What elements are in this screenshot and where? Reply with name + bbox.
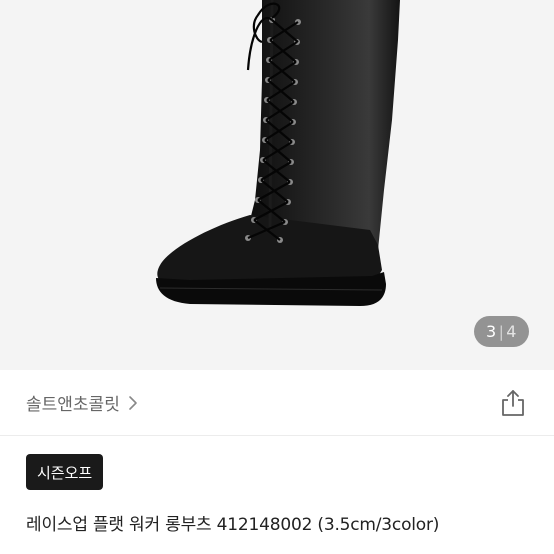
- page-separator: |: [498, 322, 505, 341]
- total-page-number: 4: [506, 322, 517, 341]
- product-image: [156, 0, 400, 306]
- product-image-gallery[interactable]: 3 | 4: [0, 0, 554, 370]
- store-name: 솔트앤초콜릿: [26, 395, 120, 415]
- share-icon[interactable]: [500, 389, 526, 417]
- season-off-badge: 시즌오프: [26, 454, 104, 490]
- product-title: 레이스업 플랫 워커 롱부츠 412148002 (3.5cm/3color): [26, 515, 440, 535]
- store-row: 솔트앤초콜릿: [0, 370, 554, 436]
- store-link[interactable]: 솔트앤초콜릿: [26, 390, 138, 415]
- chevron-right-icon: [129, 395, 137, 410]
- image-page-indicator: 3 | 4: [474, 316, 529, 347]
- current-page-number: 3: [486, 322, 497, 341]
